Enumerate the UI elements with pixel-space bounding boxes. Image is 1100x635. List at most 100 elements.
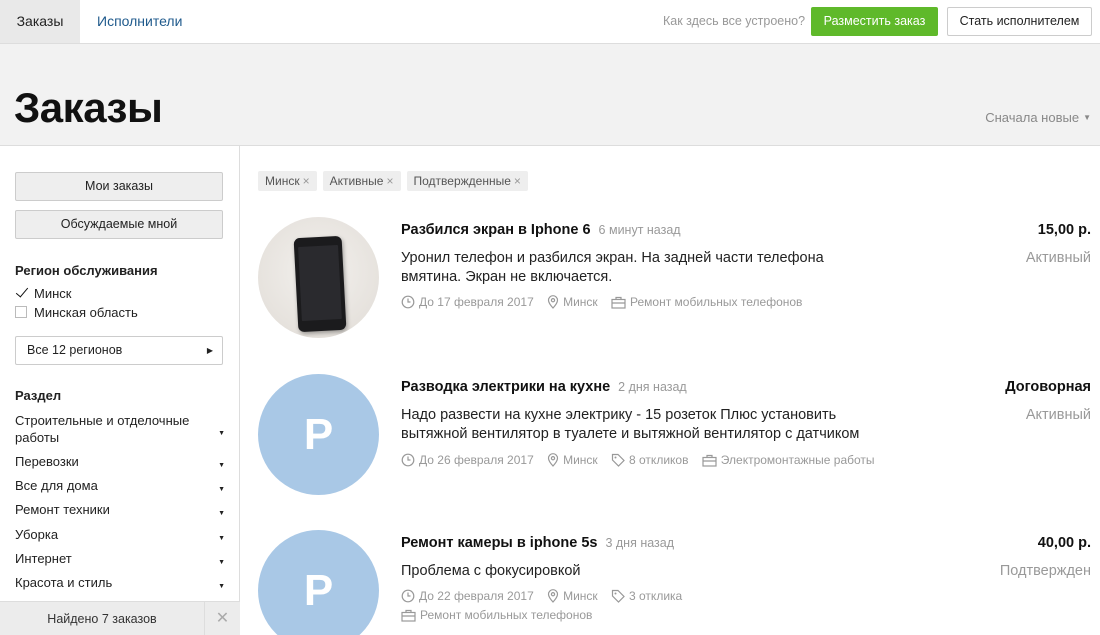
- phone-image: [293, 235, 347, 333]
- discussed-button[interactable]: Обсуждаемые мной: [15, 210, 223, 239]
- order-description: Уронил телефон и разбился экран. На задн…: [401, 250, 824, 285]
- top-navigation: Заказы Исполнители Как здесь все устроен…: [0, 0, 1100, 44]
- order-city: Минск: [547, 588, 598, 604]
- category-item-cleaning[interactable]: Уборка ▼: [15, 526, 225, 543]
- category-item-repair[interactable]: Ремонт техники ▼: [15, 501, 225, 518]
- order-photo[interactable]: [258, 217, 379, 338]
- clock-icon: [401, 453, 415, 467]
- order-title-row: Ремонт камеры в iphone 5s 3 дня назад: [401, 535, 674, 551]
- my-orders-button[interactable]: Мои заказы: [15, 172, 223, 201]
- order-title-row: Разводка электрики на кухне 2 дня назад: [401, 379, 687, 395]
- order-time: 3 дня назад: [605, 536, 675, 550]
- tag-icon: [611, 589, 625, 603]
- category-label: Перевозки: [15, 454, 79, 469]
- post-order-button[interactable]: Разместить заказ: [811, 7, 938, 36]
- location-pin-icon: [547, 453, 559, 467]
- order-category[interactable]: Ремонт мобильных телефонов: [611, 294, 802, 310]
- sort-label: Сначала новые: [985, 110, 1080, 125]
- clock-icon: [401, 589, 415, 603]
- order-category[interactable]: Электромонтажные работы: [702, 452, 875, 468]
- region-label: Минск: [34, 286, 72, 301]
- tab-orders[interactable]: Заказы: [0, 0, 80, 43]
- page-title: Заказы: [14, 84, 163, 131]
- location-pin-icon: [547, 295, 559, 309]
- order-time: 2 дня назад: [618, 380, 687, 394]
- avatar[interactable]: Р: [258, 530, 379, 635]
- results-bar: Найдено 7 заказов ✕: [0, 601, 240, 635]
- order-status: Подтвержден: [999, 563, 1091, 579]
- category-item-construction[interactable]: Строительные и отделочные работы ▼: [15, 412, 225, 446]
- close-icon[interactable]: ×: [386, 174, 393, 188]
- chevron-down-icon: ▼: [218, 430, 225, 437]
- briefcase-icon: [611, 296, 626, 309]
- order-meta: До 22 февраля 2017 Минск 3 отклика: [401, 588, 692, 604]
- category-label: Интернет: [15, 551, 72, 566]
- category-item-transport[interactable]: Перевозки ▼: [15, 453, 225, 470]
- clock-icon: [401, 295, 415, 309]
- order-title[interactable]: Разбился экран в Iphone 6: [401, 222, 591, 238]
- region-checkbox-minsk[interactable]: Минск: [15, 285, 71, 303]
- chevron-down-icon: ▼: [218, 462, 225, 469]
- close-icon[interactable]: ✕: [204, 602, 240, 635]
- sidebar: Мои заказы Обсуждаемые мной Регион обслу…: [0, 146, 240, 635]
- filter-chip[interactable]: Подтвержденные ×: [406, 171, 528, 191]
- category-item-home[interactable]: Все для дома ▼: [15, 477, 225, 494]
- order-meta: До 17 февраля 2017 Минск Ремонт мобильны…: [401, 294, 812, 310]
- order-meta-category: Ремонт мобильных телефонов: [401, 607, 602, 623]
- close-icon[interactable]: ×: [514, 174, 521, 188]
- category-item-internet[interactable]: Интернет ▼: [15, 550, 225, 567]
- active-filters: Минск × Активные × Подтвержденные ×: [258, 171, 534, 191]
- order-title[interactable]: Разводка электрики на кухне: [401, 379, 610, 395]
- checkbox-unchecked-icon: [15, 306, 27, 318]
- chevron-down-icon: ▼: [218, 486, 225, 493]
- all-regions-select[interactable]: Все 12 регионов ▶: [15, 336, 223, 365]
- region-heading: Регион обслуживания: [15, 263, 158, 278]
- location-pin-icon: [547, 589, 559, 603]
- filter-label: Минск: [265, 174, 300, 188]
- order-price: 40,00 р.: [1037, 535, 1091, 551]
- close-icon[interactable]: ×: [303, 174, 310, 188]
- order-status: Активный: [1025, 250, 1091, 266]
- category-label: Все для дома: [15, 478, 98, 493]
- order-city: Минск: [547, 452, 598, 468]
- order-price: Договорная: [1005, 379, 1091, 395]
- order-title-row: Разбился экран в Iphone 6 6 минут назад: [401, 222, 681, 238]
- filter-label: Активные: [329, 174, 384, 188]
- how-it-works-link[interactable]: Как здесь все устроено?: [663, 0, 805, 43]
- all-regions-label: Все 12 регионов: [27, 343, 123, 357]
- order-category[interactable]: Ремонт мобильных телефонов: [401, 607, 592, 623]
- briefcase-icon: [401, 609, 416, 622]
- briefcase-icon: [702, 454, 717, 467]
- tag-icon: [611, 453, 625, 467]
- category-label: Строительные и отделочные работы: [15, 413, 190, 445]
- filter-chip[interactable]: Активные ×: [322, 171, 401, 191]
- order-city: Минск: [547, 294, 598, 310]
- found-count: Найдено 7 заказов: [47, 612, 157, 626]
- order-deadline: До 22 февраля 2017: [401, 588, 534, 604]
- page-header: Заказы Сначала новые ▼: [0, 44, 1100, 146]
- checkbox-checked-icon: [15, 287, 27, 299]
- become-performer-button[interactable]: Стать исполнителем: [947, 7, 1092, 36]
- order-responses: 3 отклика: [611, 588, 682, 604]
- filter-label: Подтвержденные: [413, 174, 511, 188]
- category-label: Красота и стиль: [15, 575, 113, 590]
- order-description: Проблема с фокусировкой: [401, 563, 581, 579]
- tab-performers[interactable]: Исполнители: [97, 0, 182, 43]
- chevron-down-icon: ▼: [218, 510, 225, 517]
- chevron-right-icon: ▶: [206, 346, 213, 355]
- avatar[interactable]: Р: [258, 374, 379, 495]
- order-time: 6 минут назад: [598, 223, 681, 237]
- chevron-down-icon: ▼: [218, 535, 225, 542]
- order-status: Активный: [1025, 407, 1091, 423]
- filter-chip[interactable]: Минск ×: [258, 171, 317, 191]
- region-label: Минская область: [34, 305, 138, 320]
- order-title[interactable]: Ремонт камеры в iphone 5s: [401, 535, 597, 551]
- category-label: Ремонт техники: [15, 502, 110, 517]
- chevron-down-icon: ▼: [218, 583, 225, 590]
- category-item-beauty[interactable]: Красота и стиль ▼: [15, 574, 225, 591]
- chevron-down-icon: ▼: [218, 559, 225, 566]
- region-checkbox-minsk-oblast[interactable]: Минская область: [15, 304, 138, 322]
- sort-dropdown[interactable]: Сначала новые ▼: [985, 110, 1091, 125]
- chevron-down-icon: ▼: [1083, 113, 1091, 122]
- category-label: Уборка: [15, 527, 59, 542]
